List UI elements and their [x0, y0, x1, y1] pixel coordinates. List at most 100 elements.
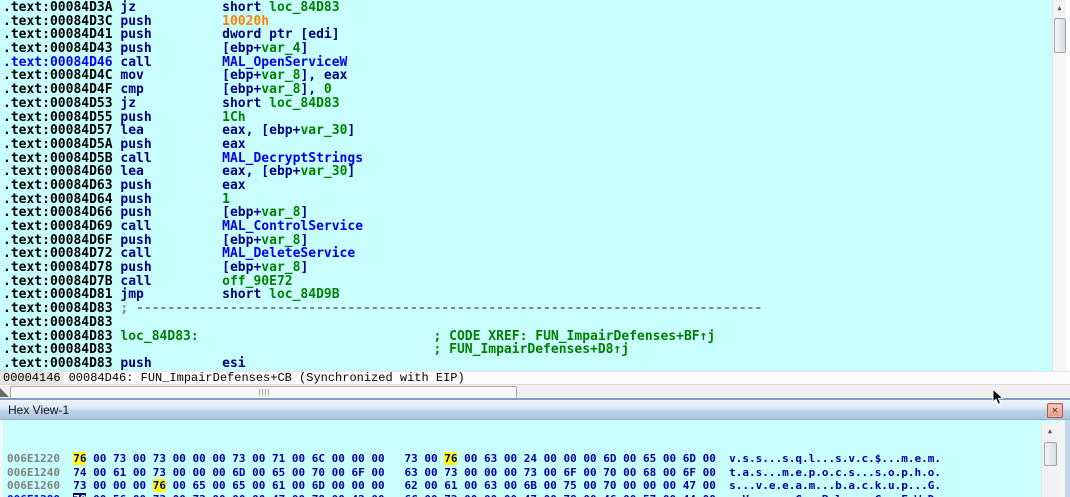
hex-byte[interactable]: 00 — [252, 479, 265, 492]
hex-byte[interactable]: 00 — [192, 452, 205, 465]
hex-byte[interactable]: 71 — [272, 452, 285, 465]
hex-byte[interactable]: 00 — [663, 493, 676, 497]
disasm-line[interactable]: .text:00084D69 call MAL_ControlService — [3, 220, 1053, 234]
hex-byte[interactable]: 00 — [424, 466, 437, 479]
hex-ascii[interactable]: s...v.e.e.a.m...b.a.c.k.u.p...G. — [729, 479, 941, 492]
disasm-line[interactable]: .text:00084D83 ; FUN_ImpairDefenses+D8↑j — [3, 343, 1053, 357]
hex-row[interactable]: 006E1220 76 00 73 00 73 00 00 00 73 00 7… — [7, 452, 1070, 466]
hex-byte[interactable]: 00 — [544, 452, 557, 465]
hex-byte[interactable]: 76 — [444, 452, 458, 466]
hex-byte[interactable]: 00 — [332, 452, 345, 465]
hex-byte[interactable]: 00 — [623, 479, 636, 492]
hex-byte[interactable]: 00 — [252, 493, 265, 497]
hex-byte[interactable]: 00 — [544, 493, 557, 497]
scroll-up-icon[interactable]: ▲ — [1042, 423, 1058, 438]
hex-byte[interactable]: 73 — [73, 479, 86, 492]
hex-byte[interactable]: 00 — [292, 452, 305, 465]
hex-byte[interactable]: 00 — [351, 479, 364, 492]
hex-byte[interactable]: 47 — [272, 493, 285, 497]
hex-byte[interactable]: 73 — [232, 452, 245, 465]
hex-byte[interactable]: 42 — [351, 493, 364, 497]
hex-byte[interactable]: 47 — [524, 493, 537, 497]
hex-byte[interactable]: 65 — [272, 466, 285, 479]
hex-byte[interactable]: 00 — [93, 452, 106, 465]
hex-byte[interactable]: 65 — [643, 452, 656, 465]
hex-byte[interactable]: 00 — [623, 452, 636, 465]
hex-byte[interactable]: 00 — [133, 452, 146, 465]
hex-byte[interactable]: 00 — [663, 452, 676, 465]
disasm-line[interactable]: .text:00084D7B call off_90E72 — [3, 274, 1053, 289]
disasm-line[interactable]: .text:00084D78 push [ebp+var_8] — [3, 261, 1053, 275]
disasm-line[interactable]: .text:00084D83 push esi — [3, 357, 1053, 371]
hex-byte[interactable]: 00 — [484, 493, 497, 497]
hex-byte[interactable]: 00 — [133, 479, 146, 492]
hex-byte[interactable]: 6D — [683, 452, 696, 465]
hex-byte[interactable]: 00 — [292, 493, 305, 497]
hex-byte[interactable]: 56 — [113, 493, 126, 497]
hex-byte[interactable]: 00 — [93, 479, 106, 492]
hex-byte[interactable]: 62 — [404, 479, 417, 492]
hex-byte[interactable]: 00 — [583, 452, 596, 465]
close-icon[interactable]: ✕ — [1047, 403, 1063, 418]
hex-byte[interactable]: 00 — [583, 479, 596, 492]
hex-byte[interactable]: 73 — [153, 493, 166, 497]
disassembly-listing[interactable]: .text:00084D3A jz short loc_84D83 .text:0… — [0, 0, 1053, 371]
disasm-line[interactable]: .text:00084D63 push eax — [3, 179, 1053, 193]
disasm-line[interactable]: .text:00084D4F cmp [ebp+var_8], 0 — [3, 83, 1053, 97]
hex-byte[interactable]: 6D — [603, 452, 616, 465]
hex-byte[interactable]: 00 — [424, 479, 437, 492]
disasm-line[interactable]: .text:00084D64 push 1 — [3, 192, 1053, 207]
hex-byte[interactable]: 00 — [252, 466, 265, 479]
hex-byte[interactable]: 78 — [563, 493, 576, 497]
hex-byte[interactable]: 00 — [703, 452, 716, 465]
hex-byte[interactable]: 6F — [563, 466, 576, 479]
hex-byte[interactable]: 00 — [703, 493, 716, 497]
hex-byte[interactable]: 00 — [663, 479, 676, 492]
hex-ascii[interactable]: x.V.s.s...G.x.B.l.r...G.x.F.W.D. — [729, 493, 941, 497]
hex-byte[interactable]: 63 — [484, 479, 497, 492]
hex-byte[interactable]: 00 — [464, 452, 477, 465]
hex-byte[interactable]: 00 — [371, 479, 384, 492]
hex-row[interactable]: 006E1240 74 00 61 00 73 00 00 00 6D 00 6… — [7, 466, 1070, 480]
hex-byte[interactable]: 73 — [524, 466, 537, 479]
disasm-line[interactable]: .text:00084D6F push [ebp+var_8] — [3, 233, 1053, 248]
hex-byte[interactable]: 00 — [623, 466, 636, 479]
hex-byte[interactable]: 00 — [212, 493, 225, 497]
hex-byte[interactable]: 6B — [524, 479, 537, 492]
hex-byte[interactable]: 78 — [312, 493, 325, 497]
disasm-line[interactable]: .text:00084D41 push dword ptr [edi] — [3, 28, 1053, 42]
hex-byte[interactable]: 00 — [544, 466, 557, 479]
hex-byte[interactable]: 63 — [404, 466, 417, 479]
hex-byte[interactable]: 00 — [173, 452, 186, 465]
hex-byte[interactable]: 00 — [371, 452, 384, 465]
hex-byte[interactable]: 00 — [133, 466, 146, 479]
hex-byte[interactable]: 65 — [192, 479, 205, 492]
hex-byte[interactable]: 00 — [212, 466, 225, 479]
hex-byte[interactable]: 73 — [153, 452, 166, 465]
hex-byte[interactable]: 73 — [404, 452, 417, 465]
hex-byte[interactable]: 76 — [152, 479, 166, 493]
hex-byte[interactable]: 61 — [272, 479, 285, 492]
hex-byte[interactable]: 63 — [484, 452, 497, 465]
hex-byte[interactable]: 00 — [252, 452, 265, 465]
hex-byte[interactable]: 00 — [464, 493, 477, 497]
hex-byte[interactable]: 6C — [404, 493, 417, 497]
hex-byte[interactable]: 00 — [703, 479, 716, 492]
hex-byte[interactable]: 00 — [351, 452, 364, 465]
hex-byte[interactable]: 00 — [504, 466, 517, 479]
hex-ascii[interactable]: t.a.s...m.e.p.o.c.s...s.o.p.h.o. — [729, 466, 941, 479]
disasm-line[interactable]: .text:00084D46 call MAL_OpenServiceW — [3, 55, 1053, 70]
disasm-line[interactable]: .text:00084D83 ; -----------------------… — [3, 302, 1053, 316]
hex-byte[interactable]: 73 — [192, 493, 205, 497]
hex-byte[interactable]: 00 — [544, 479, 557, 492]
hex-byte[interactable]: 00 — [424, 493, 437, 497]
hex-byte[interactable]: 76 — [73, 452, 87, 466]
disasm-line[interactable]: .text:00084D83 loc_84D83: ; CODE XREF: F… — [3, 329, 1053, 344]
hex-byte[interactable]: 00 — [212, 479, 225, 492]
hex-byte[interactable]: 61 — [444, 479, 457, 492]
hex-byte[interactable]: 00 — [504, 452, 517, 465]
hex-dump[interactable]: 006E1220 76 00 73 00 73 00 00 00 73 00 7… — [7, 452, 1070, 497]
hex-byte[interactable]: 00 — [93, 466, 106, 479]
hex-row[interactable]: 006E1260 73 00 00 00 76 00 65 00 65 00 6… — [7, 479, 1070, 493]
disasm-line[interactable]: .text:00084D3A jz short loc_84D83 — [3, 1, 1053, 15]
